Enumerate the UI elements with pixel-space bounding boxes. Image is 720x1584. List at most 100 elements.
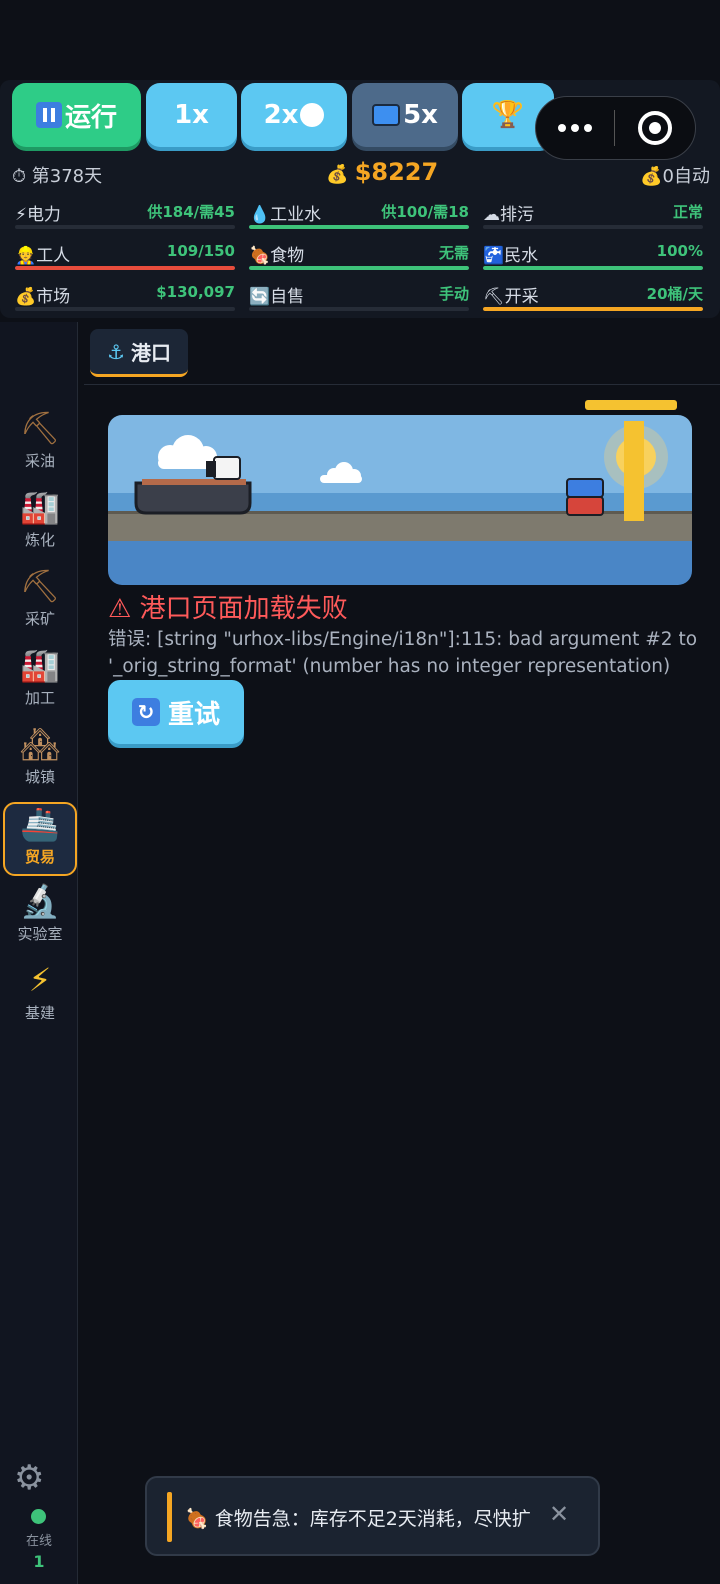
stat-1: 💧工业水 供100/需18 <box>249 200 469 230</box>
anchor-icon: ⚓ <box>107 339 125 364</box>
error-message: 错误: [string "urhox-libs/Engine/i18n"]:11… <box>108 629 698 677</box>
stat-label: 👷工人 <box>15 246 71 266</box>
sidebar-item-label: 城镇 <box>24 768 55 786</box>
mining-icon: ⛏ <box>19 567 61 605</box>
retry-button[interactable]: ↻ 重试 <box>108 680 244 744</box>
stat-8: ⛏开采 20桶/天 <box>483 282 703 312</box>
status-row: ⏱ 第378天 💰 $8227 💰0自动 <box>0 158 720 188</box>
warning-icon: ⚠ <box>108 594 140 624</box>
retry-label: 重试 <box>167 699 220 730</box>
food-alert-toast: 🍖 食物告急：库存不足2天消耗，尽快扩 ✕ <box>145 1476 600 1556</box>
stat-0: ⚡电力 供184/需45 <box>15 200 235 230</box>
stat-bar <box>249 225 469 229</box>
error-title-text: 港口页面加载失败 <box>139 594 348 624</box>
sidebar-item-infra[interactable]: ⚡ 基建 <box>3 960 77 1034</box>
money-bag-icon: 💰 <box>640 166 663 187</box>
stat-label: 🍖食物 <box>249 246 305 266</box>
stat-label: 🔄自售 <box>249 287 305 307</box>
trade-icon: 🚢 <box>20 805 60 843</box>
sidebar-item-label: 实验室 <box>17 925 63 943</box>
harbor-scene-svg <box>108 415 692 585</box>
stat-bar <box>15 225 235 229</box>
stat-label: 💧工业水 <box>249 205 322 225</box>
refresh-icon: ↻ <box>131 698 160 726</box>
tab-port-label: 港口 <box>130 341 171 365</box>
tab-port[interactable]: ⚓ 港口 <box>90 329 188 377</box>
day-counter: ⏱ 第378天 <box>12 162 102 188</box>
stat-icon: 💧 <box>249 205 271 225</box>
stat-icon: ☁ <box>483 205 500 225</box>
stat-bar <box>249 307 469 311</box>
day-label: 第378天 <box>31 166 103 187</box>
stat-bar-fill <box>249 225 469 229</box>
stat-3: 👷工人 109/150 <box>15 241 235 271</box>
speed-5x-label: 5x <box>403 100 438 130</box>
stat-icon: 👷 <box>15 246 37 266</box>
stat-label: ⛏开采 <box>483 287 539 307</box>
stat-value: $130,097 <box>156 283 235 301</box>
processing-icon: 🏭 <box>20 646 60 684</box>
pause-icon <box>35 102 62 128</box>
stat-value: 109/150 <box>166 242 235 260</box>
trophy-icon: 🏆 <box>491 100 525 130</box>
money-value: $8227 <box>354 158 439 186</box>
sidebar-item-town[interactable]: 🏘 城镇 <box>3 724 77 798</box>
stat-6: 💰市场 $130,097 <box>15 282 235 312</box>
sidebar-item-oil[interactable]: ⛏ 采油 <box>3 408 77 482</box>
sidebar-item-trade[interactable]: 🚢 贸易 <box>3 802 77 876</box>
lab-icon: 🔬 <box>20 882 60 920</box>
tab-divider <box>84 384 720 385</box>
sidebar-item-lab[interactable]: 🔬 实验室 <box>3 881 77 955</box>
sidebar-item-label: 加工 <box>24 689 55 707</box>
stat-bar <box>483 266 703 270</box>
close-miniprogram-button[interactable] <box>615 111 695 145</box>
auto-counter: 💰0自动 <box>640 162 710 188</box>
run-pause-button[interactable]: 运行 <box>12 83 141 147</box>
error-title: ⚠ 港口页面加载失败 <box>108 588 348 625</box>
stat-value: 20桶/天 <box>646 285 703 303</box>
run-label: 运行 <box>64 102 117 133</box>
sidebar-item-label: 基建 <box>24 1004 55 1022</box>
town-icon: 🏘 <box>19 725 61 763</box>
crane-boom <box>585 400 677 410</box>
sidebar-item-label: 采矿 <box>24 610 55 628</box>
close-icon[interactable]: ✕ <box>549 1500 569 1528</box>
gear-icon[interactable]: ⚙ <box>14 1458 44 1498</box>
online-status-dot <box>31 1509 46 1524</box>
miniprogram-capsule <box>535 96 696 160</box>
target-icon <box>638 111 672 145</box>
speed-2x-label: 2x <box>263 100 299 130</box>
tv-icon <box>372 104 401 126</box>
speed-1x-button[interactable]: 1x <box>146 83 237 147</box>
infra-icon: ⚡ <box>28 961 52 999</box>
stat-2: ☁排污 正常 <box>483 200 703 230</box>
stat-bar-fill <box>483 266 703 270</box>
money-bag-icon: 💰 <box>326 164 355 185</box>
more-menu-icon[interactable] <box>536 124 614 132</box>
stat-bar <box>483 225 703 229</box>
stat-4: 🍖食物 无需 <box>249 241 469 271</box>
sidebar-item-label: 采油 <box>24 452 55 470</box>
stat-bar <box>249 266 469 270</box>
auto-label: 0自动 <box>662 166 710 187</box>
stat-value: 供184/需45 <box>147 203 235 221</box>
stat-label: ☁排污 <box>483 205 534 225</box>
refinery-icon: 🏭 <box>20 488 60 526</box>
online-label: 在线 <box>25 1534 52 1549</box>
speed-2x-button[interactable]: 2x <box>241 83 347 147</box>
stat-value: 无需 <box>438 244 469 262</box>
stat-value: 供100/需18 <box>381 203 469 221</box>
sidebar-item-processing[interactable]: 🏭 加工 <box>3 645 77 719</box>
speed-5x-button[interactable]: 5x <box>352 83 458 147</box>
harbor-illustration <box>108 415 692 585</box>
money-display: 💰 $8227 <box>326 158 438 186</box>
speed-1x-label: 1x <box>174 100 209 130</box>
stat-icon: 💰 <box>15 287 37 307</box>
sidebar-item-mining[interactable]: ⛏ 采矿 <box>3 566 77 640</box>
stat-7: 🔄自售 手动 <box>249 282 469 312</box>
stat-bar-fill <box>249 266 469 270</box>
sidebar-item-refinery[interactable]: 🏭 炼化 <box>3 487 77 561</box>
stopwatch-icon: ⏱ <box>12 166 32 187</box>
stat-label: 💰市场 <box>15 287 71 307</box>
stat-value: 100% <box>656 242 703 260</box>
